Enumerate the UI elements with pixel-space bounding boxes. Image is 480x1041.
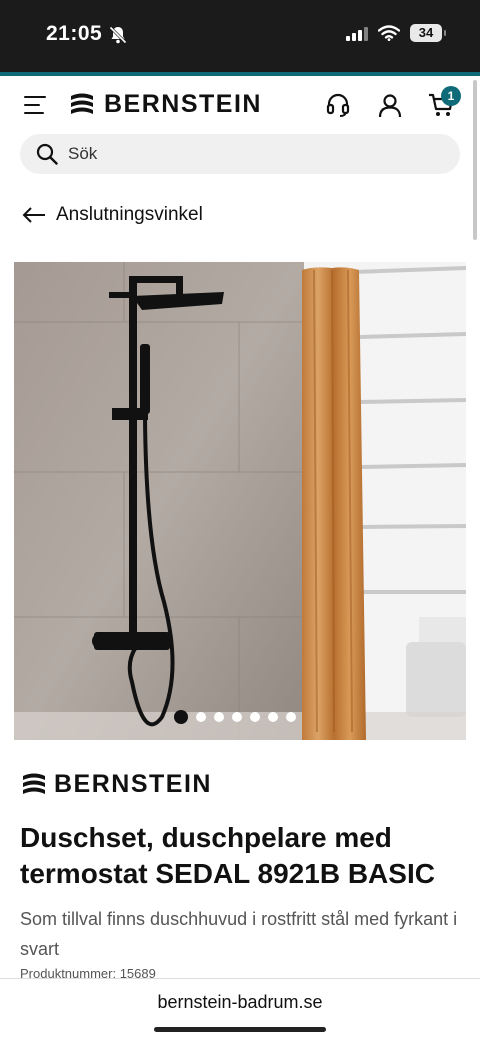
product-brand-name: BERNSTEIN [54,770,212,798]
gallery-dot[interactable] [196,712,206,722]
brand-name: BERNSTEIN [104,90,262,118]
site-header: BERNSTEIN 1 [0,76,480,132]
shower-set-photo [14,262,466,740]
back-link-label: Anslutningsvinkel [56,204,203,225]
wifi-icon [378,25,400,41]
status-bar: 21:05 34 [0,0,480,72]
status-time: 21:05 [46,22,103,45]
gallery-dot[interactable] [232,712,242,722]
home-indicator[interactable] [154,1027,326,1032]
url-text[interactable]: bernstein-badrum.se [0,992,480,1013]
bell-muted-icon [109,26,127,44]
page-scrollbar[interactable] [473,80,477,240]
cellular-signal-icon [346,25,368,41]
product-image[interactable] [14,262,466,740]
menu-icon[interactable] [24,96,46,114]
brand-logo[interactable]: BERNSTEIN [68,90,262,119]
bernstein-logo-icon [71,93,93,114]
search-bar[interactable] [20,134,460,174]
search-input[interactable] [68,134,448,174]
bernstein-logo-icon [23,773,45,794]
headset-icon[interactable] [325,92,351,118]
battery-indicator: 34 [410,24,446,42]
browser-url-bar[interactable]: bernstein-badrum.se [0,978,480,1041]
search-icon [36,143,58,165]
gallery-dot[interactable] [268,712,278,722]
product-number: Produktnummer: 15689 [20,966,156,978]
gallery-pagination [174,710,296,724]
cart-count-badge: 1 [441,86,461,106]
gallery-dot[interactable] [214,712,224,722]
product-title: Duschset, duschpelare med termostat SEDA… [20,822,435,889]
product-brand[interactable]: BERNSTEIN [20,770,212,799]
arrow-left-icon [22,207,45,223]
product-description: Som tillval finns duschhuvud i rostfritt… [20,909,458,959]
user-account-icon[interactable] [377,92,403,118]
gallery-dot[interactable] [286,712,296,722]
gallery-dot-active[interactable] [174,710,188,724]
back-link[interactable]: Anslutningsvinkel [22,204,203,226]
gallery-dot[interactable] [250,712,260,722]
